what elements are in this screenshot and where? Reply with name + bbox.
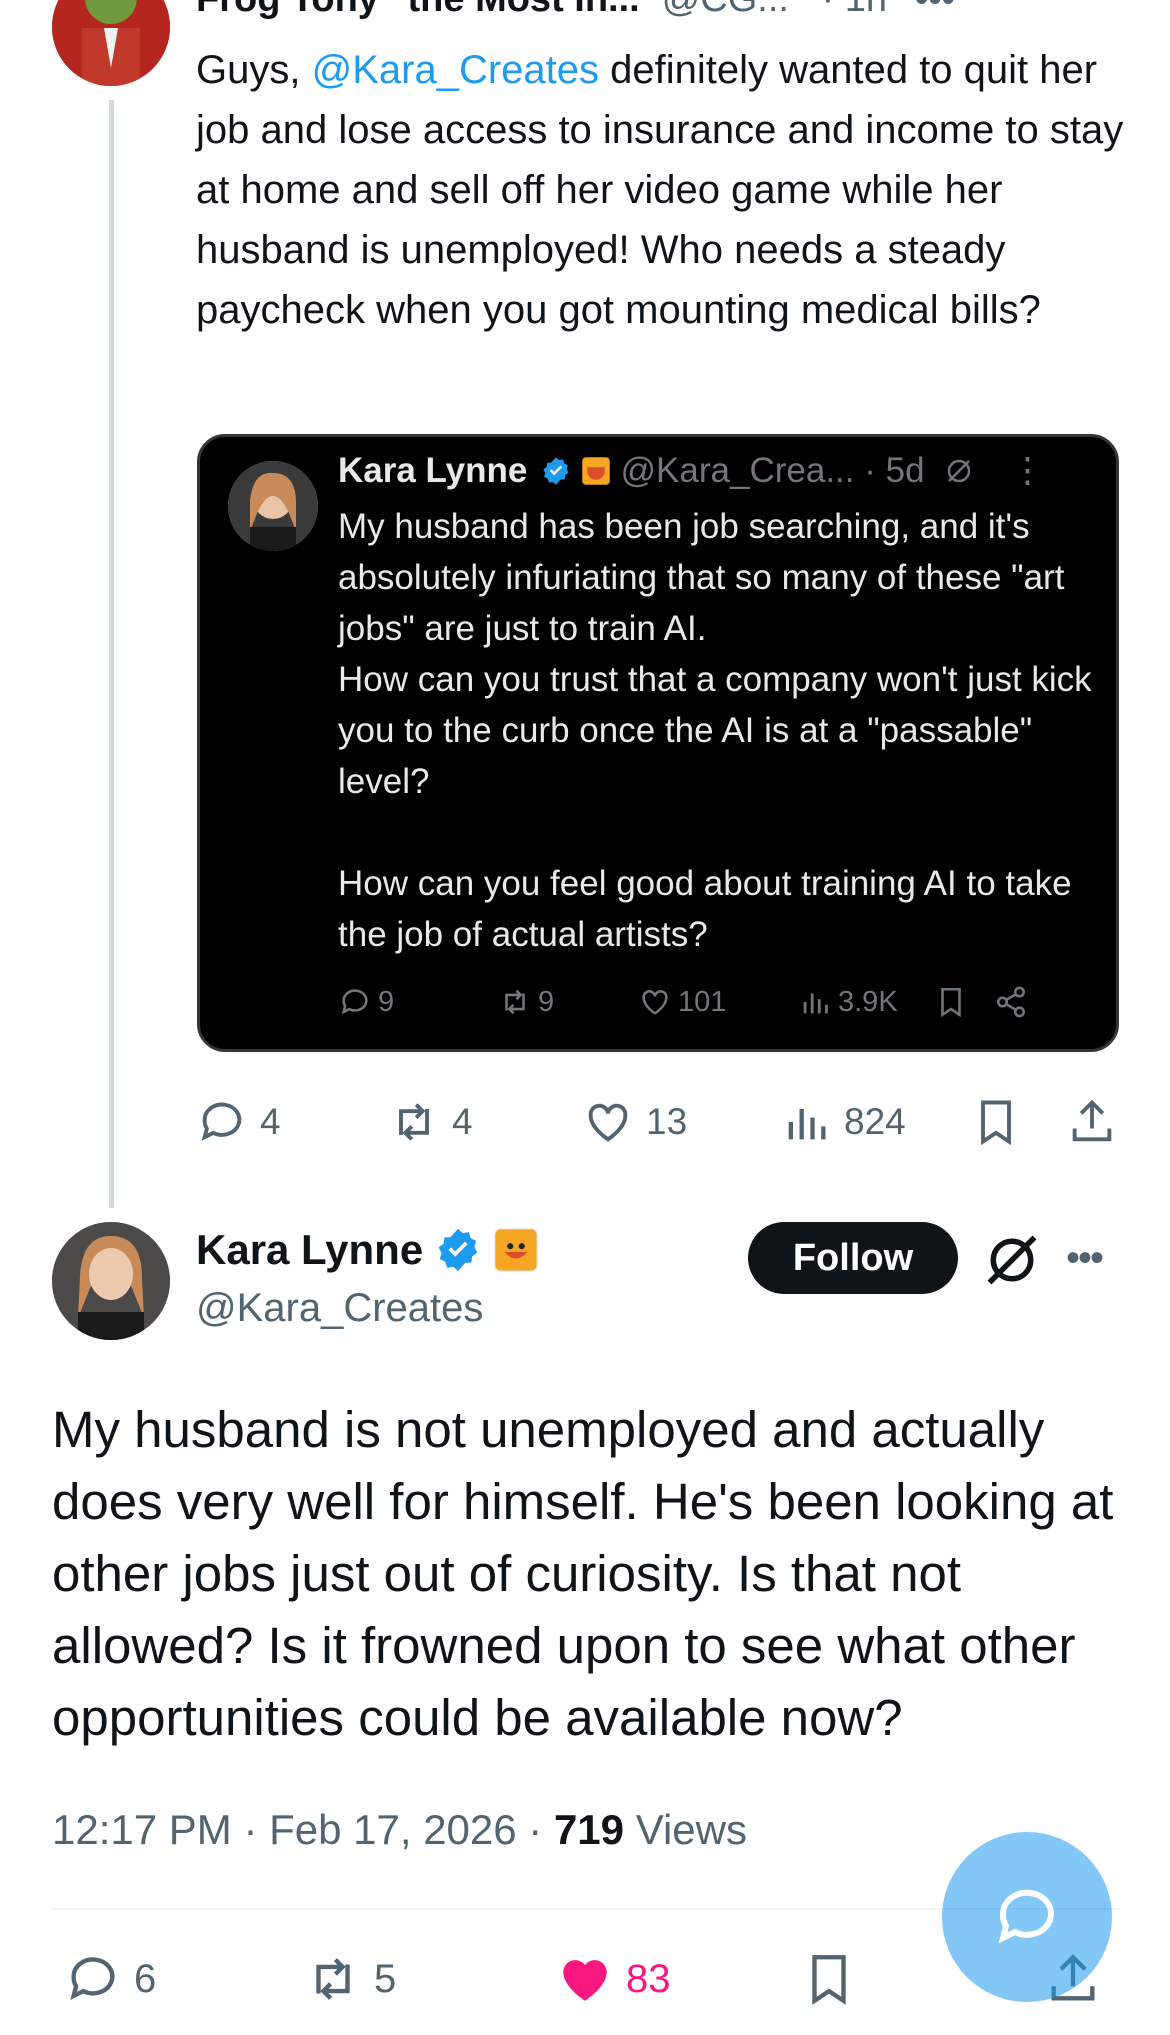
- share-icon: [996, 986, 1026, 1018]
- views-label: Views: [624, 1806, 747, 1853]
- affiliate-badge-icon[interactable]: [493, 1227, 539, 1273]
- views-icon: [788, 1109, 826, 1140]
- quoted-repost: 9: [498, 985, 554, 1019]
- badge-icon: [582, 457, 610, 485]
- quoted-author-handle: @Kara_Crea...: [620, 451, 855, 490]
- more-icon[interactable]: •••: [1066, 1236, 1104, 1281]
- like-icon: [588, 1103, 628, 1142]
- parent-bookmark-button[interactable]: [970, 1096, 1022, 1148]
- main-author-header: Kara Lynne: [196, 1226, 539, 1274]
- compose-message-button[interactable]: [942, 1832, 1112, 2002]
- more-icon[interactable]: •••: [915, 0, 955, 20]
- quoted-like: 101: [638, 985, 726, 1019]
- quoted-share: [994, 985, 1028, 1019]
- follow-button[interactable]: Follow: [748, 1222, 958, 1294]
- parent-repost-button[interactable]: 4: [388, 1096, 473, 1148]
- thread-line: [109, 100, 114, 1208]
- parent-like-button[interactable]: 13: [582, 1096, 687, 1148]
- like-icon: [563, 1960, 607, 2001]
- tweet-timestamp[interactable]: 12:17 PM · Feb 17, 2026 ·: [52, 1806, 554, 1853]
- grok-icon[interactable]: [982, 1230, 1042, 1290]
- view-count: 719: [553, 1806, 625, 1853]
- quoted-bookmark: [934, 985, 968, 1019]
- main-avatar[interactable]: [52, 1222, 170, 1340]
- like-icon: [642, 990, 668, 1015]
- parent-tweet-text: Guys, @Kara_Creates definitely wanted to…: [196, 48, 1124, 332]
- share-icon: [1072, 1099, 1112, 1142]
- bookmark-button[interactable]: [800, 1950, 858, 2008]
- verified-icon: [438, 1228, 478, 1272]
- reply-icon: [201, 1102, 242, 1141]
- repost-icon: [505, 989, 525, 1015]
- bookmark-icon: [981, 1100, 1011, 1146]
- quoted-reply: 9: [338, 985, 394, 1019]
- bookmark-icon: [941, 987, 961, 1018]
- compose-message-icon: [998, 1889, 1054, 1944]
- parent-avatar[interactable]: [52, 0, 170, 86]
- main-author-name[interactable]: Kara Lynne: [196, 1226, 423, 1274]
- parent-views-button[interactable]: 824: [780, 1096, 906, 1148]
- main-author-handle[interactable]: @Kara_Creates: [196, 1286, 483, 1331]
- parent-share-button[interactable]: [1066, 1096, 1118, 1148]
- repost-icon: [316, 1958, 350, 2000]
- repost-icon: [399, 1103, 429, 1141]
- parent-author-handle[interactable]: @CG...: [662, 0, 789, 20]
- reply-button[interactable]: 6: [64, 1950, 156, 2008]
- parent-author-name[interactable]: Frog Tony "the Most In...: [196, 0, 640, 20]
- repost-button[interactable]: 5: [304, 1950, 396, 2008]
- parent-time: · 1h: [822, 0, 887, 20]
- reply-icon: [341, 989, 368, 1015]
- views-icon: [803, 993, 828, 1014]
- quoted-author-name: Kara Lynne: [338, 451, 528, 490]
- quoted-tweet-text: My husband has been job searching, and i…: [338, 507, 1092, 954]
- quoted-more-icon: ⋮: [1010, 451, 1046, 490]
- quoted-header: Kara Lynne @Kara_Crea... · 5d ⋮: [338, 451, 1045, 491]
- quoted-views: 3.9K: [798, 985, 898, 1019]
- quoted-avatar: [228, 461, 318, 551]
- tweet-meta: 12:17 PM · Feb 17, 2026 · 719 Views: [52, 1806, 747, 1854]
- bookmark-icon: [812, 1955, 846, 2005]
- grok-icon: [948, 459, 971, 483]
- quoted-screenshot-card[interactable]: Kara Lynne @Kara_Crea... · 5d ⋮ My husba…: [197, 434, 1119, 1052]
- quoted-time: · 5d: [864, 451, 925, 490]
- quoted-action-bar: 9 9 101 3.9K: [338, 985, 1098, 1029]
- reply-icon: [70, 1957, 115, 2000]
- main-tweet-text: My husband is not unemployed and actuall…: [52, 1401, 1114, 1746]
- parent-header: Frog Tony "the Most In... @CG... · 1h •••: [196, 0, 955, 21]
- verified-icon: [543, 457, 569, 485]
- like-button[interactable]: 83: [556, 1950, 671, 2008]
- parent-reply-button[interactable]: 4: [196, 1096, 281, 1148]
- mention-link[interactable]: @Kara_Creates: [312, 48, 599, 92]
